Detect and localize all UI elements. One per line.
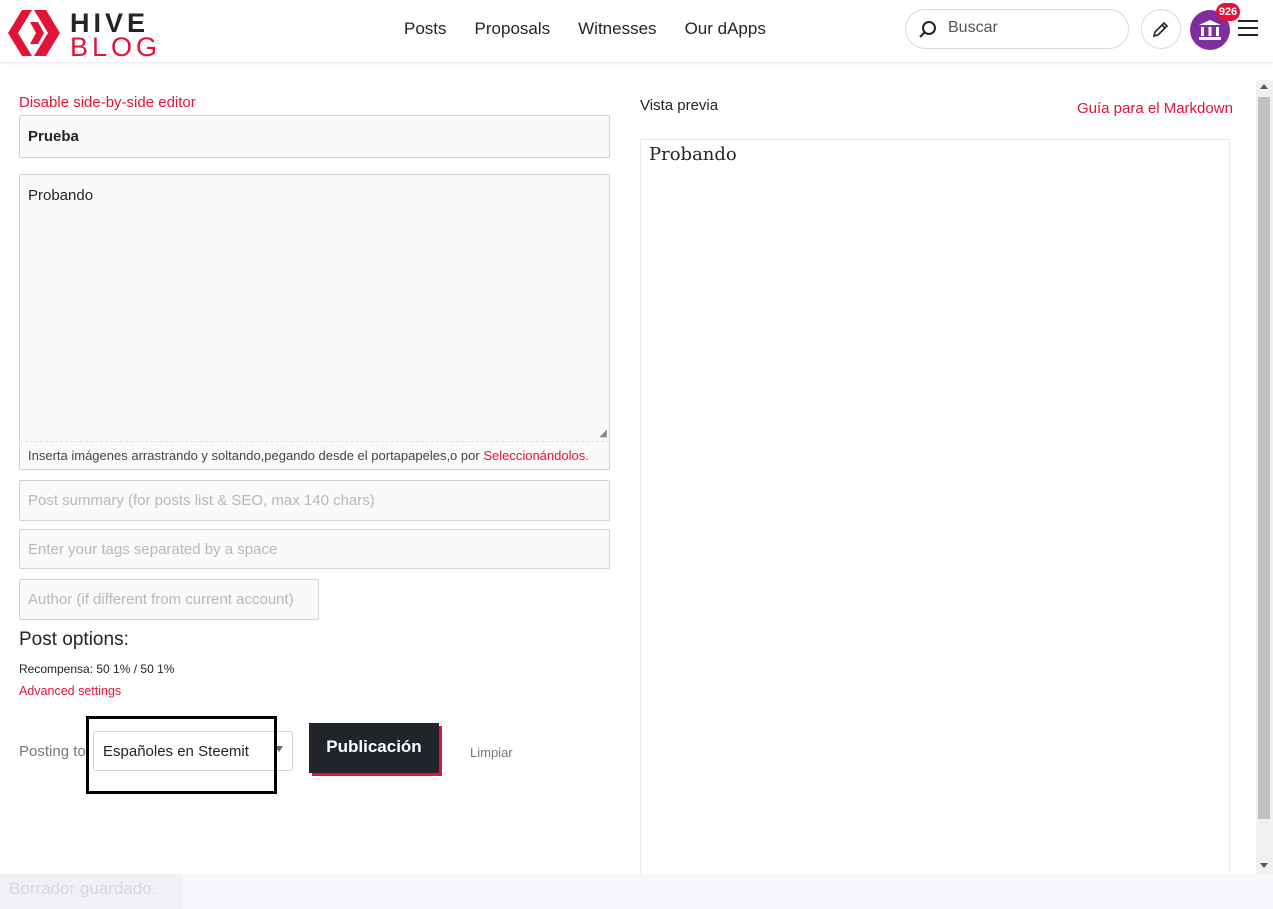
page-scrollbar[interactable]	[1256, 80, 1273, 874]
nav-posts[interactable]: Posts	[404, 19, 447, 39]
nav-proposals[interactable]: Proposals	[475, 19, 551, 39]
summary-input[interactable]: Post summary (for posts list & SEO, max …	[19, 480, 610, 521]
search-icon	[919, 21, 936, 38]
posting-to-label: Posting to	[19, 743, 86, 760]
search-input[interactable]	[946, 18, 1120, 38]
body-text: Probando	[28, 187, 94, 204]
select-images-link[interactable]: Seleccionándolos.	[483, 448, 589, 463]
top-navbar: HIVE BLOG Posts Proposals Witnesses Our …	[0, 0, 1273, 63]
body-textarea[interactable]: Probando ◢ Inserta imágenes arrastrando …	[19, 174, 610, 470]
main-nav: Posts Proposals Witnesses Our dApps	[404, 19, 794, 39]
disable-side-by-side-link[interactable]: Disable side-by-side editor	[19, 94, 196, 111]
author-input[interactable]: Author (if different from current accoun…	[19, 579, 319, 620]
hive-blog-logo[interactable]: HIVE BLOG	[8, 8, 168, 62]
reward-text: Recompensa: 50 1% / 50 1%	[19, 662, 175, 676]
resize-handle-icon[interactable]: ◢	[599, 428, 607, 439]
tags-input[interactable]: Enter your tags separated by a space	[19, 529, 610, 569]
notification-badge[interactable]: 926	[1216, 3, 1240, 21]
nav-witnesses[interactable]: Witnesses	[578, 19, 656, 39]
highlight-annotation-box	[86, 716, 277, 794]
preview-content: Probando	[649, 144, 737, 165]
hamburger-menu-icon[interactable]	[1238, 20, 1258, 38]
temple-icon	[1199, 20, 1221, 40]
logo-text-blog: BLOG	[70, 32, 162, 62]
image-dropzone[interactable]: Inserta imágenes arrastrando y soltando,…	[20, 441, 609, 469]
dropzone-text: Inserta imágenes arrastrando y soltando,…	[28, 448, 484, 463]
preview-label: Vista previa	[640, 97, 719, 114]
post-options-heading: Post options:	[19, 629, 129, 650]
search-box[interactable]	[905, 9, 1129, 49]
scrollbar-thumb[interactable]	[1258, 97, 1270, 819]
preview-pane: Probando	[640, 139, 1230, 879]
title-input[interactable]: Prueba	[19, 115, 610, 158]
hive-logo-icon	[8, 10, 60, 56]
scroll-down-arrow-icon[interactable]	[1260, 863, 1268, 868]
scroll-up-arrow-icon[interactable]	[1260, 84, 1268, 89]
status-bar	[0, 874, 1273, 909]
pencil-icon	[1152, 21, 1169, 38]
publish-button[interactable]: Publicación	[309, 723, 439, 773]
advanced-settings-link[interactable]: Advanced settings	[19, 684, 121, 698]
nav-our-dapps[interactable]: Our dApps	[685, 19, 766, 39]
markdown-guide-link[interactable]: Guía para el Markdown	[1077, 100, 1233, 117]
clear-button[interactable]: Limpiar	[470, 745, 513, 760]
draft-saved-text: Borrador guardado.	[9, 879, 157, 898]
new-post-button[interactable]	[1141, 9, 1181, 49]
